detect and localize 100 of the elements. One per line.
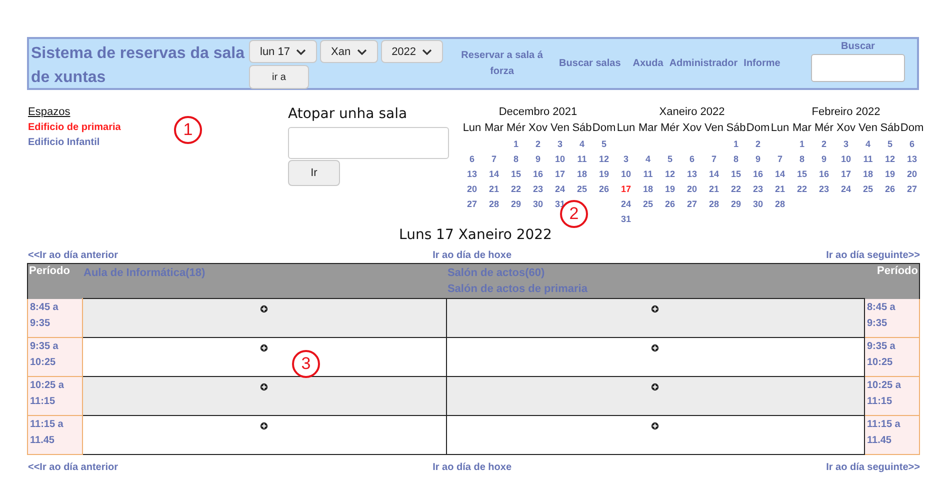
calendar-day[interactable]: 20 xyxy=(906,169,917,181)
calendar-day[interactable]: 6 xyxy=(909,139,914,151)
calendar-day[interactable]: 8 xyxy=(799,154,804,166)
calendar-day[interactable]: 3 xyxy=(557,139,562,151)
calendar-day[interactable]: 25 xyxy=(862,184,873,196)
add-icon[interactable] xyxy=(260,422,268,430)
calendar-day[interactable]: 16 xyxy=(818,169,829,181)
calendar-day[interactable]: 20 xyxy=(466,184,477,196)
calendar-day[interactable]: 15 xyxy=(510,169,521,181)
spaces-heading[interactable]: Espazos xyxy=(28,106,70,118)
calendar-day[interactable]: 21 xyxy=(488,184,499,196)
calendar-day[interactable]: 4 xyxy=(865,139,870,151)
calendar-day[interactable]: 10 xyxy=(554,154,565,166)
calendar-day[interactable]: 30 xyxy=(532,199,543,211)
go-button[interactable]: Ir xyxy=(288,160,340,186)
calendar-day[interactable]: 13 xyxy=(686,169,697,181)
add-icon[interactable] xyxy=(260,383,268,391)
calendar-day[interactable]: 26 xyxy=(598,184,609,196)
calendar-day[interactable]: 12 xyxy=(664,169,675,181)
calendar-day[interactable]: 7 xyxy=(491,154,496,166)
calendar-day[interactable]: 13 xyxy=(466,169,477,181)
search-field[interactable] xyxy=(811,54,905,82)
day-nav-link[interactable]: Ir ao día de hoxe xyxy=(432,250,512,261)
calendar-day[interactable]: 26 xyxy=(884,184,895,196)
calendar-day[interactable]: 20 xyxy=(686,184,697,196)
header-link[interactable]: Axuda xyxy=(632,58,664,69)
calendar-day[interactable]: 15 xyxy=(796,169,807,181)
calendar-day[interactable]: 24 xyxy=(840,184,851,196)
calendar-day[interactable]: 12 xyxy=(598,154,609,166)
calendar-day[interactable]: 22 xyxy=(510,184,521,196)
calendar-day[interactable]: 21 xyxy=(708,184,719,196)
calendar-day[interactable]: 6 xyxy=(689,154,694,166)
calendar-day[interactable]: 1 xyxy=(733,139,738,151)
calendar-day[interactable]: 27 xyxy=(686,199,697,211)
calendar-day[interactable]: 3 xyxy=(843,139,848,151)
date-select[interactable]: lun 17 xyxy=(249,40,317,63)
calendar-day[interactable]: 17 xyxy=(554,169,565,181)
calendar-day[interactable]: 24 xyxy=(554,184,565,196)
header-link[interactable]: Buscar salas xyxy=(559,56,621,72)
calendar-day[interactable]: 11 xyxy=(643,169,653,181)
calendar-day[interactable]: 18 xyxy=(642,184,653,196)
calendar-day[interactable]: 2 xyxy=(821,139,826,151)
add-icon[interactable] xyxy=(651,305,660,313)
go-to-button[interactable]: ir a xyxy=(249,65,309,89)
add-icon[interactable] xyxy=(651,344,660,352)
add-icon[interactable] xyxy=(260,344,268,352)
day-nav-link[interactable]: <<Ir ao día anterior xyxy=(28,250,118,261)
calendar-day[interactable]: 5 xyxy=(887,139,892,151)
calendar-day[interactable]: 5 xyxy=(601,139,606,151)
calendar-day[interactable]: 19 xyxy=(598,169,609,181)
calendar-day[interactable]: 14 xyxy=(488,169,499,181)
calendar-day[interactable]: 18 xyxy=(576,169,587,181)
add-icon[interactable] xyxy=(260,305,268,313)
day-nav-link[interactable]: Ir ao día seguinte>> xyxy=(826,462,920,473)
calendar-day[interactable]: 28 xyxy=(708,199,719,211)
calendar-day[interactable]: 22 xyxy=(796,184,807,196)
calendar-day[interactable]: 21 xyxy=(774,184,785,196)
calendar-day[interactable]: 6 xyxy=(469,154,474,166)
calendar-day[interactable]: 31 xyxy=(620,214,631,226)
calendar-day[interactable]: 2 xyxy=(535,139,540,151)
date-select[interactable]: Xan xyxy=(320,40,378,63)
calendar-day[interactable]: 12 xyxy=(884,154,895,166)
calendar-day[interactable]: 17 xyxy=(620,184,631,196)
day-nav-link[interactable]: <<Ir ao día anterior xyxy=(28,462,118,473)
calendar-day[interactable]: 29 xyxy=(510,199,521,211)
calendar-day[interactable]: 9 xyxy=(821,154,826,166)
calendar-day[interactable]: 1 xyxy=(513,139,518,151)
room-search-field[interactable] xyxy=(288,127,449,159)
header-link[interactable]: Reservar a sala á forza xyxy=(457,48,548,80)
calendar-day[interactable]: 23 xyxy=(532,184,543,196)
calendar-day[interactable]: 9 xyxy=(535,154,540,166)
calendar-day[interactable]: 11 xyxy=(863,154,873,166)
date-select[interactable]: 2022 xyxy=(380,40,444,63)
calendar-day[interactable]: 24 xyxy=(620,199,631,211)
calendar-day[interactable]: 14 xyxy=(708,169,719,181)
calendar-day[interactable]: 3 xyxy=(623,154,628,166)
calendar-day[interactable]: 8 xyxy=(513,154,518,166)
calendar-day[interactable]: 26 xyxy=(664,199,675,211)
calendar-day[interactable]: 13 xyxy=(906,154,917,166)
calendar-day[interactable]: 30 xyxy=(752,199,763,211)
calendar-day[interactable]: 5 xyxy=(667,154,672,166)
calendar-day[interactable]: 16 xyxy=(752,169,763,181)
calendar-day[interactable]: 17 xyxy=(840,169,851,181)
day-nav-link[interactable]: Ir ao día seguinte>> xyxy=(826,250,920,261)
calendar-day[interactable]: 1 xyxy=(799,139,804,151)
calendar-day[interactable]: 11 xyxy=(577,154,587,166)
add-icon[interactable] xyxy=(651,383,660,391)
calendar-day[interactable]: 28 xyxy=(774,199,785,211)
building-link[interactable]: Edificio de primaria xyxy=(28,122,121,133)
calendar-day[interactable]: 27 xyxy=(906,184,917,196)
calendar-day[interactable]: 28 xyxy=(488,199,499,211)
calendar-day[interactable]: 10 xyxy=(620,169,631,181)
calendar-day[interactable]: 9 xyxy=(755,154,760,166)
calendar-day[interactable]: 10 xyxy=(840,154,851,166)
calendar-day[interactable]: 14 xyxy=(774,169,785,181)
header-link[interactable]: Informe xyxy=(744,58,780,69)
calendar-day[interactable]: 4 xyxy=(645,154,650,166)
building-link[interactable]: Edificio Infantil xyxy=(28,137,100,148)
calendar-day[interactable]: 16 xyxy=(532,169,543,181)
calendar-day[interactable]: 4 xyxy=(579,139,584,151)
